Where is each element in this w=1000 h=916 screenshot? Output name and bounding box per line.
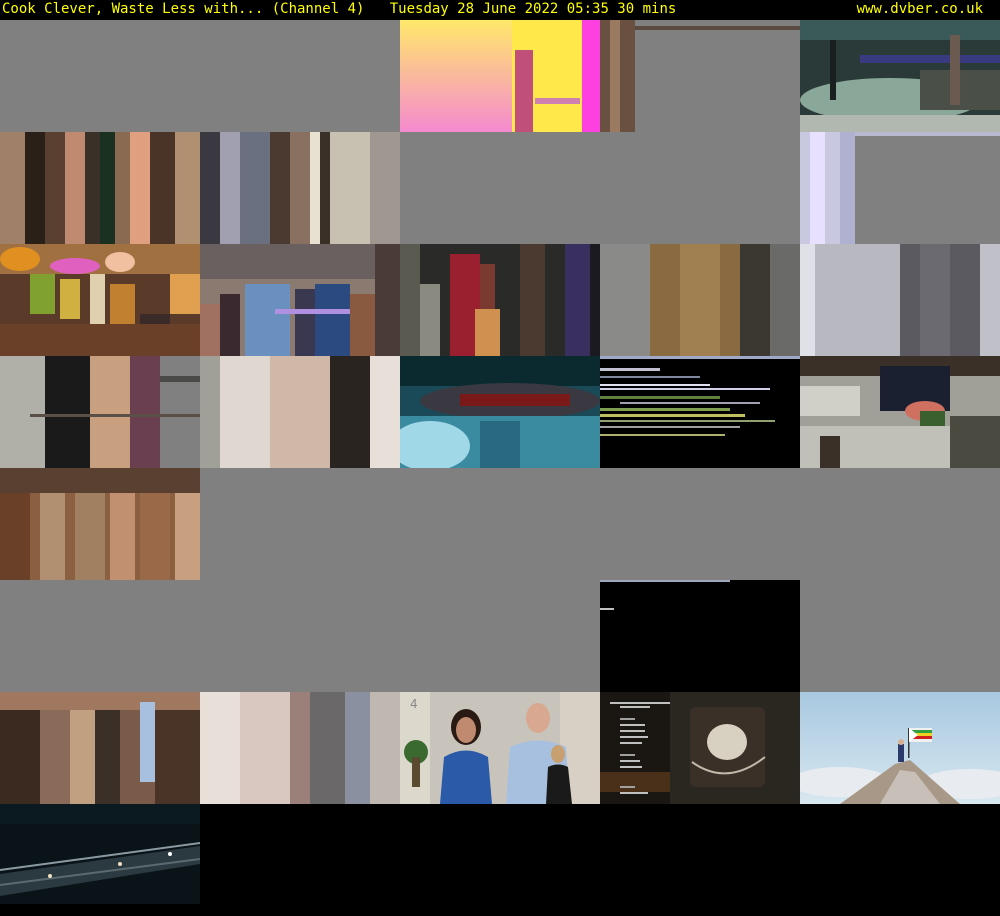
thumbnail-kitchen-blur[interactable] [800,356,1000,468]
site-link[interactable]: www.dvber.co.uk [857,0,983,19]
thumbnail-empty[interactable] [400,468,600,580]
thumbnail-credits[interactable] [600,692,800,804]
thumbnail-empty[interactable] [0,580,200,692]
thumbnail-dark-brown-stripes[interactable] [0,692,200,804]
thumbnail-blue-teal[interactable] [400,356,600,468]
header-bar: Cook Clever, Waste Less with... (Channel… [0,0,1000,20]
thumbnail-blank [400,804,600,916]
program-title: Cook Clever, Waste Less with... (Channel… [2,0,676,19]
thumbnail-light-stripes[interactable] [200,692,400,804]
thumbnail-night-road[interactable] [0,804,200,916]
thumbnail-brown-blur[interactable] [0,468,200,580]
svg-text:4: 4 [410,697,418,711]
thumbnail-empty[interactable] [600,468,800,580]
thumbnail-gray-panels[interactable] [800,244,1000,356]
thumbnail-dark-red-stripes[interactable] [400,244,600,356]
thumbnail-blank [200,804,400,916]
thumbnail-empty[interactable] [400,132,600,244]
thumbnail-black[interactable] [600,580,800,692]
thumbnail-lavender-edge[interactable] [800,132,1000,244]
thumbnail-empty[interactable] [800,580,1000,692]
thumbnail-empty[interactable] [200,580,400,692]
thumbnail-empty[interactable] [800,468,1000,580]
thumbnail-tan-stripes[interactable] [600,244,800,356]
broadcast-datetime: Tuesday 28 June 2022 05:35 30 mins [389,1,677,17]
thumbnail-mountain-flag[interactable] [800,692,1000,804]
thumbnail-gray-stripes[interactable] [200,132,400,244]
thumbnail-dark-teal[interactable] [800,20,1000,132]
thumbnail-empty[interactable] [400,580,600,692]
thumbnail-empty[interactable] [200,20,400,132]
thumbnail-glitch-pink-yellow[interactable] [400,20,600,132]
thumbnail-kitchen-colorful[interactable] [0,244,200,356]
thumbnail-brown-stripes[interactable] [0,132,200,244]
thumbnail-empty[interactable] [600,132,800,244]
thumbnail-gray-bar[interactable] [600,20,800,132]
thumbnail-empty[interactable] [0,20,200,132]
thumbnail-empty[interactable] [200,468,400,580]
thumbnail-blank [800,804,1000,916]
program-name: Cook Clever, Waste Less with... (Channel… [2,1,365,17]
thumbnail-blank [600,804,800,916]
thumbnail-black-glitch[interactable] [600,356,800,468]
thumbnail-presenters[interactable]: 4 [400,692,600,804]
thumbnail-beige-stripes[interactable] [200,356,400,468]
thumbnail-grid: 4 [0,20,1000,916]
thumbnail-purple-stripes[interactable] [0,356,200,468]
thumbnail-people-blur[interactable] [200,244,400,356]
